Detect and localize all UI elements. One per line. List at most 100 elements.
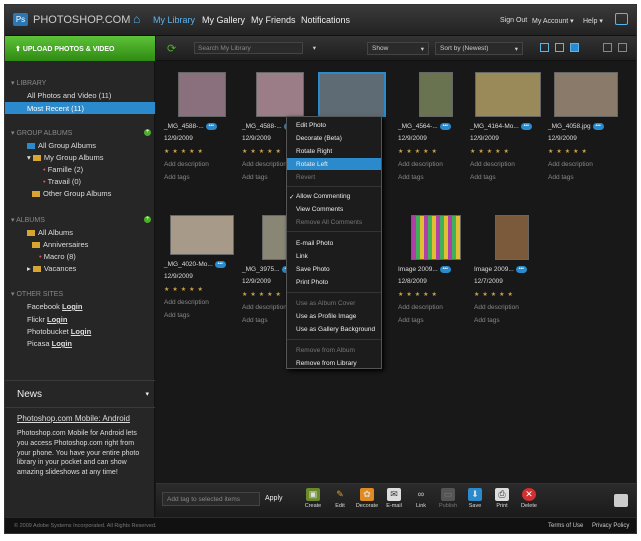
comment-bubble-icon[interactable]: ••• <box>520 123 532 130</box>
menu-revert[interactable]: Revert <box>287 171 381 183</box>
picasa-login-link[interactable]: Login <box>52 339 72 348</box>
sort-dropdown[interactable]: Sort by (Newest) ▾ <box>435 42 523 55</box>
terms-of-use-link[interactable]: Terms of Use <box>548 523 583 529</box>
photo-tile-selected[interactable] <box>314 72 390 117</box>
add-description-link[interactable]: Add description <box>548 161 624 168</box>
flickr-login-link[interactable]: Login <box>47 315 67 324</box>
album-macro[interactable]: • Macro (8) <box>39 252 76 261</box>
add-description-link[interactable]: Add description <box>470 161 546 168</box>
menu-decorate[interactable]: Decorate (Beta) <box>287 132 381 144</box>
photo-name[interactable]: _MG_3975... <box>242 266 280 273</box>
add-group-album-icon[interactable]: + <box>144 129 151 136</box>
group-famille[interactable]: • Famille (2) <box>43 165 83 174</box>
photo-name[interactable]: _MG_4588-... <box>242 123 282 130</box>
add-album-icon[interactable]: + <box>144 216 151 223</box>
mobile-promo-title[interactable]: Photoshop.com Mobile: Android <box>17 414 145 424</box>
grid-view-icon[interactable] <box>603 43 612 52</box>
add-tags-link[interactable]: Add tags <box>398 317 474 324</box>
album-vacances[interactable]: ▸ Vacances <box>27 264 76 273</box>
add-description-link[interactable]: Add description <box>164 299 240 306</box>
add-tags-link[interactable]: Add tags <box>548 174 624 181</box>
upload-button[interactable]: ⬆ UPLOAD PHOTOS & VIDEO <box>5 36 155 61</box>
add-tag-input[interactable]: Add tag to selected items <box>162 492 260 506</box>
facebook-login[interactable]: Facebook Login <box>27 302 82 311</box>
photo-tile[interactable]: _MG_4020-Mo... ••• 12/9/2009 ★★★★★ Add de… <box>164 215 240 319</box>
menu-save-photo[interactable]: Save Photo <box>287 263 381 275</box>
photo-tile[interactable]: Image 2009... ••• 12/8/2009 ★★★★★ Add des… <box>398 215 474 324</box>
save-button[interactable]: ⬇ Save <box>462 488 488 509</box>
menu-email-photo[interactable]: E-mail Photo <box>287 237 381 249</box>
photo-name[interactable]: _MG_4588-... <box>164 123 204 130</box>
photo-name[interactable]: Image 2009... <box>398 266 438 273</box>
comment-bubble-icon[interactable]: ••• <box>214 261 226 268</box>
facebook-login-link[interactable]: Login <box>62 302 82 311</box>
menu-rotate-right[interactable]: Rotate Right <box>287 145 381 157</box>
nav-my-friends[interactable]: My Friends <box>251 15 296 25</box>
group-my-group-albums[interactable]: ▾ My Group Albums <box>27 153 103 162</box>
large-size-icon[interactable] <box>570 43 579 52</box>
group-all-albums[interactable]: All Group Albums <box>27 141 96 150</box>
menu-allow-commenting[interactable]: ✓ Allow Commenting <box>287 190 381 202</box>
add-description-link[interactable]: Add description <box>474 304 550 311</box>
photo-tile[interactable]: _MG_4164-Mo... ••• 12/9/2009 ★★★★★ Add de… <box>470 72 546 181</box>
photo-tile[interactable]: _MG_4588-...••• 12/9/2009 ★★★★★ Add desc… <box>164 72 240 181</box>
refresh-icon[interactable]: ⟳ <box>167 42 176 55</box>
show-dropdown[interactable]: Show ▾ <box>367 42 429 55</box>
photo-name[interactable]: _MG_4020-Mo... <box>164 261 213 268</box>
photo-tile[interactable]: _MG_4058.jpg ••• 12/9/2009 ★★★★★ Add desc… <box>548 72 624 181</box>
nav-my-library[interactable]: My Library <box>153 15 195 25</box>
comment-bubble-icon[interactable]: ••• <box>592 123 604 130</box>
fullscreen-icon[interactable] <box>615 13 628 25</box>
delete-button[interactable]: ✕ Delete <box>516 488 542 509</box>
photobucket-login[interactable]: Photobucket Login <box>27 327 91 336</box>
add-tags-link[interactable]: Add tags <box>474 317 550 324</box>
link-button[interactable]: ∞ Link <box>408 488 434 509</box>
photo-thumbnail[interactable] <box>554 72 618 117</box>
album-all[interactable]: All Albums <box>27 228 73 237</box>
picasa-login[interactable]: Picasa Login <box>27 339 72 348</box>
comment-bubble-icon[interactable]: ••• <box>439 123 451 130</box>
nav-my-gallery[interactable]: My Gallery <box>202 15 245 25</box>
rating-stars[interactable]: ★★★★★ <box>398 291 474 298</box>
home-icon[interactable]: ⌂ <box>133 13 146 26</box>
menu-rotate-left[interactable]: Rotate Left <box>287 158 381 170</box>
library-section-title[interactable]: ▾ LIBRARY <box>11 79 46 87</box>
menu-use-as-album-cover[interactable]: Use as Album Cover <box>287 297 381 309</box>
rating-stars[interactable]: ★★★★★ <box>164 148 240 155</box>
apply-button[interactable]: Apply <box>265 495 283 502</box>
photo-thumbnail[interactable] <box>419 72 453 117</box>
photo-thumbnail[interactable] <box>170 215 234 255</box>
rating-stars[interactable]: ★★★★★ <box>474 291 550 298</box>
nav-notifications[interactable]: Notifications <box>301 15 350 25</box>
menu-view-comments[interactable]: View Comments <box>287 203 381 215</box>
flickr-login[interactable]: Flickr Login <box>27 315 67 324</box>
edit-button[interactable]: ✎ Edit <box>327 488 353 509</box>
add-description-link[interactable]: Add description <box>398 161 474 168</box>
photo-thumbnail[interactable] <box>495 215 529 260</box>
library-most-recent[interactable]: Most Recent (11) <box>27 104 84 113</box>
search-dropdown-icon[interactable]: ▾ <box>313 44 316 52</box>
add-tags-link[interactable]: Add tags <box>164 174 240 181</box>
menu-edit-photo[interactable]: Edit Photo <box>287 119 381 131</box>
help-menu[interactable]: Help ▾ <box>583 17 603 25</box>
photobucket-login-link[interactable]: Login <box>71 327 91 336</box>
comment-bubble-icon[interactable]: ••• <box>205 123 217 130</box>
album-anniversaires[interactable]: Anniversaires <box>32 240 88 249</box>
menu-use-as-profile-image[interactable]: Use as Profile Image <box>287 310 381 322</box>
library-all-photos[interactable]: All Photos and Video (11) <box>27 91 111 100</box>
logo[interactable]: Ps PHOTOSHOP.COM <box>13 13 130 26</box>
privacy-policy-link[interactable]: Privacy Policy <box>592 523 629 529</box>
add-tags-link[interactable]: Add tags <box>470 174 546 181</box>
add-description-link[interactable]: Add description <box>164 161 240 168</box>
email-button[interactable]: ✉ E-mail <box>381 488 407 509</box>
group-travail[interactable]: • Travail (0) <box>43 177 81 186</box>
menu-remove-from-library[interactable]: Remove from Library <box>287 357 381 369</box>
photo-thumbnail[interactable] <box>256 72 304 117</box>
group-albums-section-title[interactable]: ▾ GROUP ALBUMS <box>11 129 72 137</box>
photo-tile[interactable]: Image 2009... ••• 12/7/2009 ★★★★★ Add des… <box>474 215 550 324</box>
medium-size-icon[interactable] <box>555 43 564 52</box>
albums-section-title[interactable]: ▾ ALBUMS <box>11 216 45 224</box>
news-panel-header[interactable]: News ▾ <box>5 380 155 408</box>
photo-thumbnail[interactable] <box>178 72 226 117</box>
group-other[interactable]: Other Group Albums <box>32 189 111 198</box>
